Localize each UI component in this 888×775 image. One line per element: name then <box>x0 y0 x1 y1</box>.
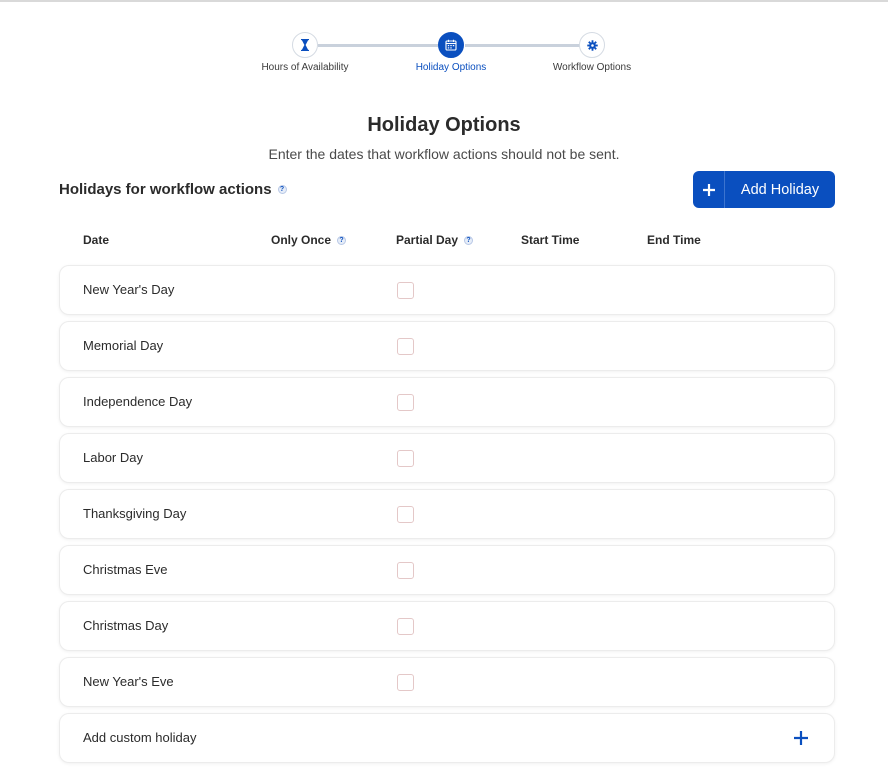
partial-day-checkbox[interactable] <box>397 450 414 467</box>
column-header-label: End Time <box>647 233 701 247</box>
holiday-name: Thanksgiving Day <box>83 506 187 521</box>
gear-icon <box>579 32 605 58</box>
holiday-name: Independence Day <box>83 394 193 409</box>
step-label: Holiday Options <box>415 62 487 73</box>
column-header-label: Date <box>83 233 110 247</box>
column-header-only-once: Only Once ? <box>271 233 347 247</box>
holiday-name: New Year's Eve <box>83 674 174 689</box>
table-row: Independence Day <box>59 377 835 427</box>
plus-icon[interactable] <box>792 729 810 747</box>
hourglass-icon <box>292 32 318 58</box>
help-icon[interactable]: ? <box>277 185 287 194</box>
add-custom-holiday-row[interactable]: Add custom holiday <box>59 713 835 763</box>
plus-icon <box>693 171 725 208</box>
page-title: Holiday Options <box>367 114 521 136</box>
step-label: Hours of Availability <box>261 62 349 73</box>
add-holiday-button[interactable]: Add Holiday <box>693 171 835 208</box>
partial-day-checkbox[interactable] <box>397 674 414 691</box>
help-icon[interactable]: ? <box>337 235 347 245</box>
holiday-name: Christmas Eve <box>83 562 168 577</box>
column-header-label: Only Once <box>271 233 332 247</box>
step-label: Workflow Options <box>552 62 632 73</box>
section-title: Holidays for workflow actions ? <box>59 181 287 198</box>
partial-day-checkbox[interactable] <box>397 338 414 355</box>
step-holiday-options[interactable]: Holiday Options <box>381 32 521 73</box>
holiday-name: Labor Day <box>83 450 143 465</box>
page-subtitle: Enter the dates that workflow actions sh… <box>268 146 620 162</box>
holiday-name: New Year's Day <box>83 282 175 297</box>
table-row: New Year's Eve <box>59 657 835 707</box>
holiday-list: New Year's Day Memorial Day Independence… <box>59 265 835 769</box>
table-row: Memorial Day <box>59 321 835 371</box>
table-row: Christmas Eve <box>59 545 835 595</box>
partial-day-checkbox[interactable] <box>397 394 414 411</box>
table-row: Christmas Day <box>59 601 835 651</box>
partial-day-checkbox[interactable] <box>397 618 414 635</box>
table-row: Labor Day <box>59 433 835 483</box>
table-header: Date Only Once ? Partial Day ? Start Tim… <box>59 233 835 251</box>
column-header-label: Partial Day <box>396 233 459 247</box>
partial-day-checkbox[interactable] <box>397 562 414 579</box>
step-workflow-options[interactable]: Workflow Options <box>522 32 662 73</box>
holiday-name: Christmas Day <box>83 618 169 633</box>
step-hours-of-availability[interactable]: Hours of Availability <box>235 32 375 73</box>
add-custom-holiday-label: Add custom holiday <box>83 730 197 745</box>
partial-day-checkbox[interactable] <box>397 282 414 299</box>
column-header-start-time: Start Time <box>521 233 579 247</box>
column-header-end-time: End Time <box>647 233 701 247</box>
column-header-partial-day: Partial Day ? <box>396 233 474 247</box>
column-header-date: Date <box>83 233 109 247</box>
add-holiday-label: Add Holiday <box>740 181 820 198</box>
column-header-label: Start Time <box>521 233 580 247</box>
table-row: Thanksgiving Day <box>59 489 835 539</box>
help-icon[interactable]: ? <box>464 235 474 245</box>
progress-stepper: Hours of Availability Holiday Options Wo… <box>0 32 888 82</box>
partial-day-checkbox[interactable] <box>397 506 414 523</box>
calendar-icon <box>438 32 464 58</box>
holiday-name: Memorial Day <box>83 338 164 353</box>
section-title-text: Holidays for workflow actions <box>59 181 272 198</box>
table-row: New Year's Day <box>59 265 835 315</box>
top-border <box>0 0 888 2</box>
